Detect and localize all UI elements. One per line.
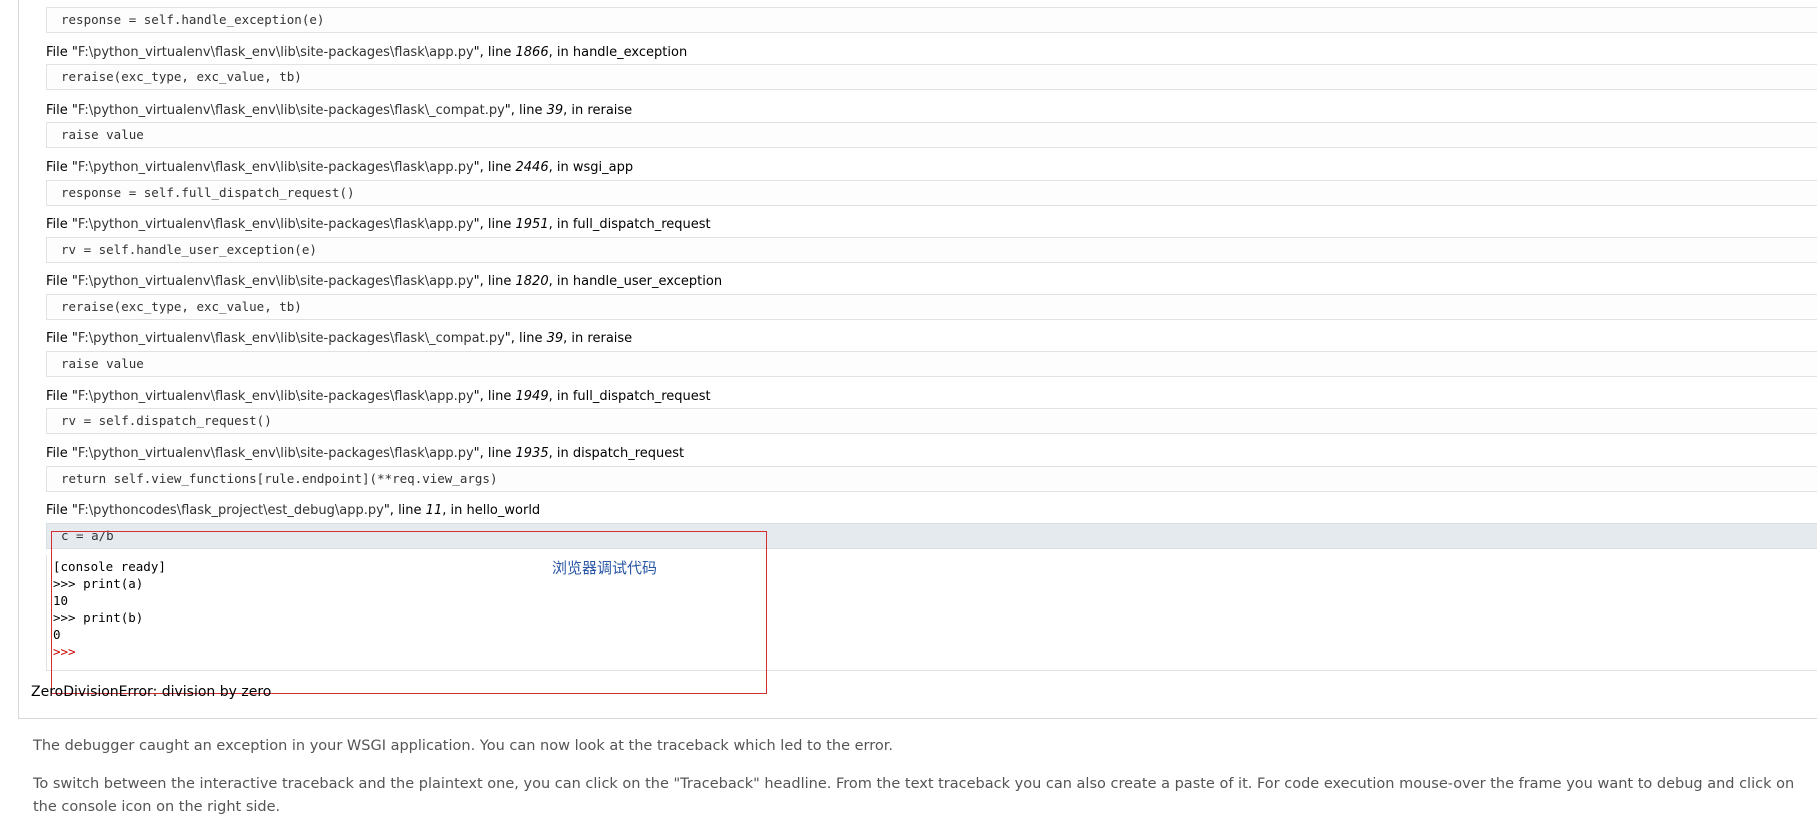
file-path: F:\python_virtualenv\flask_env\lib\site-… xyxy=(77,274,474,289)
file-label: File " xyxy=(46,389,78,404)
line-number: 2446 xyxy=(515,160,549,175)
code-text: response = self.handle_exception(e) xyxy=(61,12,325,27)
in-label: , in xyxy=(548,446,573,461)
file-label: File " xyxy=(46,331,78,346)
frame-header[interactable]: File "F:\python_virtualenv\flask_env\lib… xyxy=(46,159,633,177)
in-label: , in xyxy=(548,217,573,232)
file-path: F:\pythoncodes\flask_project\est_debug\a… xyxy=(77,503,384,518)
line-number: 1866 xyxy=(515,45,549,60)
code-text: raise value xyxy=(61,356,144,371)
line-label: ", line xyxy=(383,503,426,518)
file-path: F:\python_virtualenv\flask_env\lib\site-… xyxy=(77,160,474,175)
function-name: reraise xyxy=(587,103,633,118)
file-label: File " xyxy=(46,503,78,518)
line-number: 1935 xyxy=(515,446,549,461)
frame-header[interactable]: File "F:\python_virtualenv\flask_env\lib… xyxy=(46,388,711,406)
in-label: , in xyxy=(563,331,588,346)
line-label: ", line xyxy=(504,331,547,346)
function-name: handle_exception xyxy=(572,45,688,60)
line-number: 39 xyxy=(546,331,564,346)
line-label: ", line xyxy=(504,103,547,118)
line-label: ", line xyxy=(473,446,516,461)
code-line[interactable]: reraise(exc_type, exc_value, tb) xyxy=(46,64,1817,90)
function-name: full_dispatch_request xyxy=(572,389,711,404)
code-line[interactable]: return self.view_functions[rule.endpoint… xyxy=(46,466,1817,492)
in-label: , in xyxy=(563,103,588,118)
function-name: reraise xyxy=(587,331,633,346)
explanation-paragraph-1: The debugger caught an exception in your… xyxy=(33,738,894,754)
line-number: 39 xyxy=(546,103,564,118)
frame-header[interactable]: File "F:\pythoncodes\flask_project\est_d… xyxy=(46,502,540,520)
code-text: return self.view_functions[rule.endpoint… xyxy=(61,471,498,486)
line-number: 1820 xyxy=(515,274,549,289)
in-label: , in xyxy=(548,160,573,175)
code-line[interactable]: rv = self.handle_user_exception(e) xyxy=(46,237,1817,263)
line-label: ", line xyxy=(473,217,516,232)
line-number: 1951 xyxy=(515,217,549,232)
in-label: , in xyxy=(548,389,573,404)
line-number: 11 xyxy=(425,503,443,518)
line-label: ", line xyxy=(473,45,516,60)
file-label: File " xyxy=(46,103,78,118)
function-name: hello_world xyxy=(466,503,541,518)
code-text: raise value xyxy=(61,127,144,142)
file-label: File " xyxy=(46,274,78,289)
function-name: dispatch_request xyxy=(572,446,685,461)
frame-header[interactable]: File "F:\python_virtualenv\flask_env\lib… xyxy=(46,44,687,62)
function-name: wsgi_app xyxy=(572,160,634,175)
code-text: rv = self.handle_user_exception(e) xyxy=(61,242,317,257)
code-line[interactable]: raise value xyxy=(46,351,1817,377)
line-label: ", line xyxy=(473,389,516,404)
file-label: File " xyxy=(46,160,78,175)
file-path: F:\python_virtualenv\flask_env\lib\site-… xyxy=(77,217,474,232)
code-line[interactable]: raise value xyxy=(46,122,1817,148)
file-path: F:\python_virtualenv\flask_env\lib\site-… xyxy=(77,389,474,404)
file-label: File " xyxy=(46,446,78,461)
frame-header[interactable]: File "F:\python_virtualenv\flask_env\lib… xyxy=(46,273,722,291)
function-name: handle_user_exception xyxy=(572,274,723,289)
file-label: File " xyxy=(46,217,78,232)
code-text: reraise(exc_type, exc_value, tb) xyxy=(61,299,302,314)
file-path: F:\python_virtualenv\flask_env\lib\site-… xyxy=(77,103,505,118)
file-path: F:\python_virtualenv\flask_env\lib\site-… xyxy=(77,331,505,346)
code-text: rv = self.dispatch_request() xyxy=(61,413,272,428)
function-name: full_dispatch_request xyxy=(572,217,711,232)
in-label: , in xyxy=(548,274,573,289)
code-line[interactable]: reraise(exc_type, exc_value, tb) xyxy=(46,294,1817,320)
frame-header[interactable]: File "F:\python_virtualenv\flask_env\lib… xyxy=(46,445,684,463)
line-number: 1949 xyxy=(515,389,549,404)
code-line[interactable]: response = self.handle_exception(e) xyxy=(46,7,1817,33)
file-label: File " xyxy=(46,45,78,60)
in-label: , in xyxy=(548,45,573,60)
annotation-label: 浏览器调试代码 xyxy=(552,559,658,577)
code-line[interactable]: response = self.full_dispatch_request() xyxy=(46,180,1817,206)
code-line[interactable]: rv = self.dispatch_request() xyxy=(46,408,1817,434)
line-label: ", line xyxy=(473,274,516,289)
file-path: F:\python_virtualenv\flask_env\lib\site-… xyxy=(77,446,474,461)
frame-header[interactable]: File "F:\python_virtualenv\flask_env\lib… xyxy=(46,216,711,234)
frame-header[interactable]: File "F:\python_virtualenv\flask_env\lib… xyxy=(46,330,632,348)
file-path: F:\python_virtualenv\flask_env\lib\site-… xyxy=(77,45,474,60)
code-text: response = self.full_dispatch_request() xyxy=(61,185,355,200)
explanation-paragraph-2: To switch between the interactive traceb… xyxy=(33,776,1795,815)
error-message: ZeroDivisionError: division by zero xyxy=(31,684,272,700)
code-text: reraise(exc_type, exc_value, tb) xyxy=(61,69,302,84)
frame-header[interactable]: File "F:\python_virtualenv\flask_env\lib… xyxy=(46,102,632,120)
annotation-rectangle xyxy=(51,531,767,694)
line-label: ", line xyxy=(473,160,516,175)
in-label: , in xyxy=(442,503,467,518)
